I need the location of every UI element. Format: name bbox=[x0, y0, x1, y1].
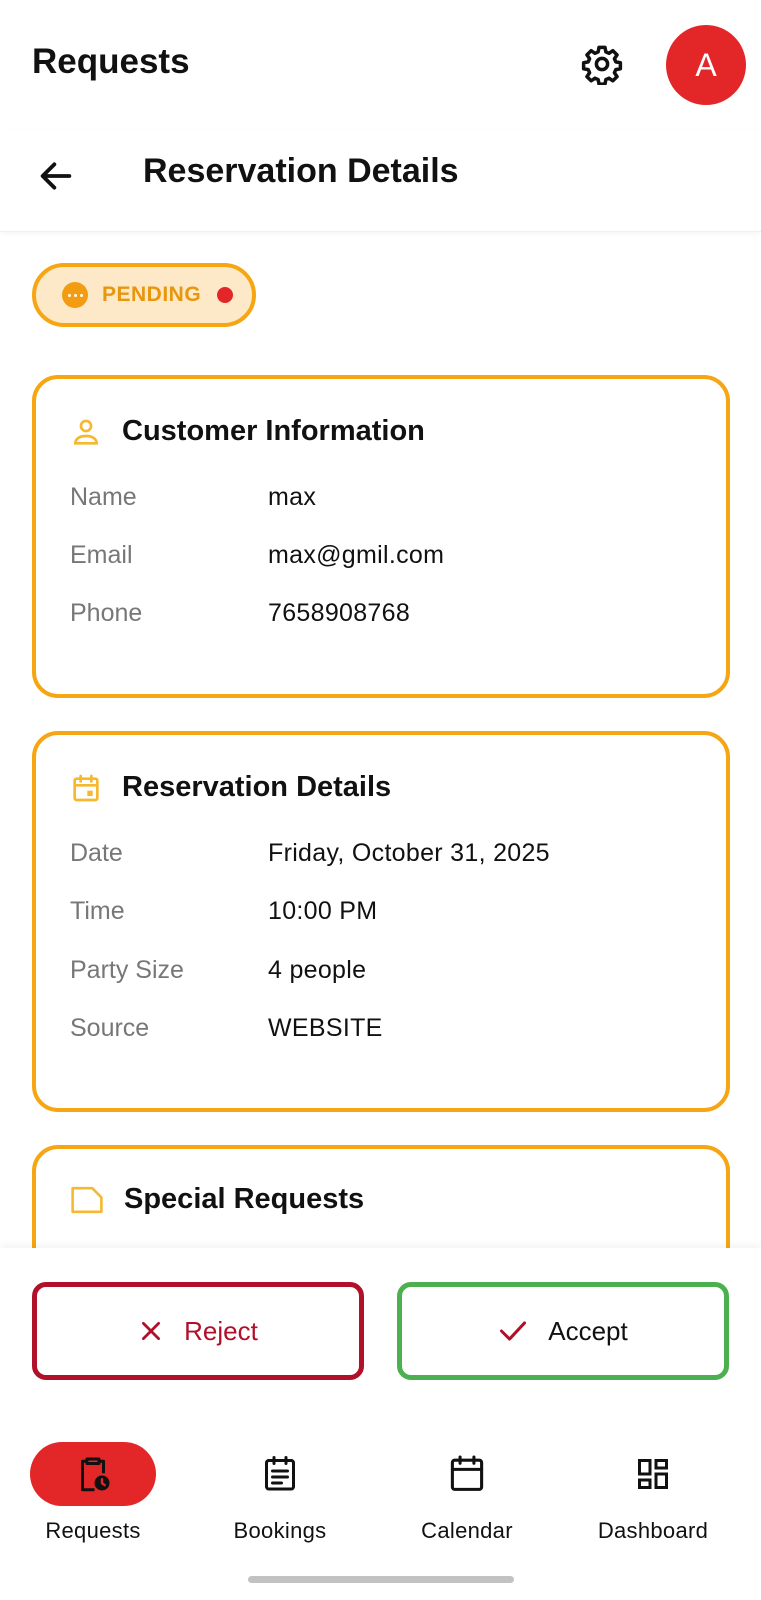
nav-item-bookings[interactable]: Bookings bbox=[185, 1442, 375, 1544]
note-icon bbox=[71, 1186, 103, 1213]
nav-item-dashboard[interactable]: Dashboard bbox=[558, 1442, 748, 1544]
bottom-navigation: Requests Bookings Calendar Dashboard bbox=[0, 1408, 761, 1600]
nav-label: Bookings bbox=[233, 1518, 327, 1543]
field-label: Date bbox=[70, 838, 123, 867]
person-icon bbox=[73, 419, 99, 445]
field-label: Name bbox=[70, 482, 137, 511]
field-value: max bbox=[268, 482, 317, 511]
app-title: Requests bbox=[32, 42, 190, 81]
sub-header: Reservation Details bbox=[0, 130, 761, 232]
nav-indicator bbox=[30, 1442, 156, 1506]
page-title: Reservation Details bbox=[143, 152, 459, 190]
status-badge: PENDING bbox=[32, 263, 256, 327]
accept-label: Accept bbox=[548, 1315, 628, 1346]
nav-item-calendar[interactable]: Calendar bbox=[372, 1442, 562, 1544]
customer-row-email: Email max@gmil.com bbox=[70, 535, 710, 575]
home-indicator bbox=[248, 1576, 514, 1583]
field-value: 10:00 PM bbox=[268, 896, 378, 925]
field-label: Source bbox=[70, 1013, 150, 1042]
field-value: 4 people bbox=[268, 955, 367, 984]
field-value: max@gmil.com bbox=[268, 540, 445, 569]
gear-icon bbox=[581, 45, 623, 85]
nav-item-requests[interactable]: Requests bbox=[0, 1442, 188, 1544]
list-icon bbox=[265, 1456, 295, 1491]
close-icon bbox=[138, 1318, 164, 1344]
customer-row-phone: Phone 7658908768 bbox=[70, 593, 710, 633]
back-button[interactable] bbox=[30, 150, 82, 202]
nav-label: Dashboard bbox=[597, 1518, 709, 1543]
calendar-icon bbox=[450, 1455, 484, 1491]
customer-info-title: Customer Information bbox=[122, 415, 425, 447]
special-requests-title: Special Requests bbox=[124, 1183, 365, 1215]
status-label: PENDING bbox=[102, 283, 202, 306]
more-dots-icon bbox=[62, 282, 88, 308]
accept-button[interactable]: Accept bbox=[397, 1282, 729, 1380]
field-label: Time bbox=[70, 896, 125, 925]
field-label: Party Size bbox=[70, 955, 184, 984]
customer-row-name: Name max bbox=[70, 477, 710, 517]
field-value: WEBSITE bbox=[268, 1013, 383, 1042]
check-icon bbox=[498, 1318, 528, 1344]
field-value: Friday, October 31, 2025 bbox=[268, 838, 550, 867]
reject-label: Reject bbox=[184, 1315, 258, 1346]
field-label: Phone bbox=[70, 598, 143, 627]
reservation-details-title: Reservation Details bbox=[122, 771, 392, 803]
reservation-row-date: Date Friday, October 31, 2025 bbox=[70, 833, 710, 873]
top-app-bar: Requests A bbox=[0, 0, 761, 130]
special-requests-header: Special Requests bbox=[70, 1183, 364, 1216]
nav-indicator bbox=[217, 1442, 343, 1506]
reservation-row-party-size: Party Size 4 people bbox=[70, 950, 710, 990]
nav-indicator bbox=[404, 1442, 530, 1506]
reservation-details-card: Reservation Details Date Friday, October… bbox=[32, 731, 730, 1112]
customer-info-header: Customer Information bbox=[70, 415, 425, 448]
dashboard-icon bbox=[638, 1459, 668, 1489]
reservation-row-source: Source WEBSITE bbox=[70, 1008, 710, 1048]
settings-button[interactable] bbox=[578, 40, 626, 88]
nav-label: Requests bbox=[45, 1518, 141, 1543]
field-value: 7658908768 bbox=[268, 598, 411, 627]
avatar[interactable]: A bbox=[666, 25, 746, 105]
nav-indicator bbox=[590, 1442, 716, 1506]
customer-info-card: Customer Information Name max Email max@… bbox=[32, 375, 730, 698]
reject-button[interactable]: Reject bbox=[32, 1282, 364, 1380]
reservation-row-time: Time 10:00 PM bbox=[70, 891, 710, 931]
calendar-event-icon bbox=[73, 774, 99, 801]
clipboard-clock-icon bbox=[81, 1457, 110, 1492]
arrow-left-icon bbox=[40, 162, 72, 190]
field-label: Email bbox=[70, 540, 133, 569]
reservation-details-header: Reservation Details bbox=[70, 771, 391, 804]
action-panel: Reject Accept bbox=[0, 1248, 761, 1408]
nav-label: Calendar bbox=[421, 1518, 513, 1543]
status-indicator-dot bbox=[217, 287, 234, 303]
